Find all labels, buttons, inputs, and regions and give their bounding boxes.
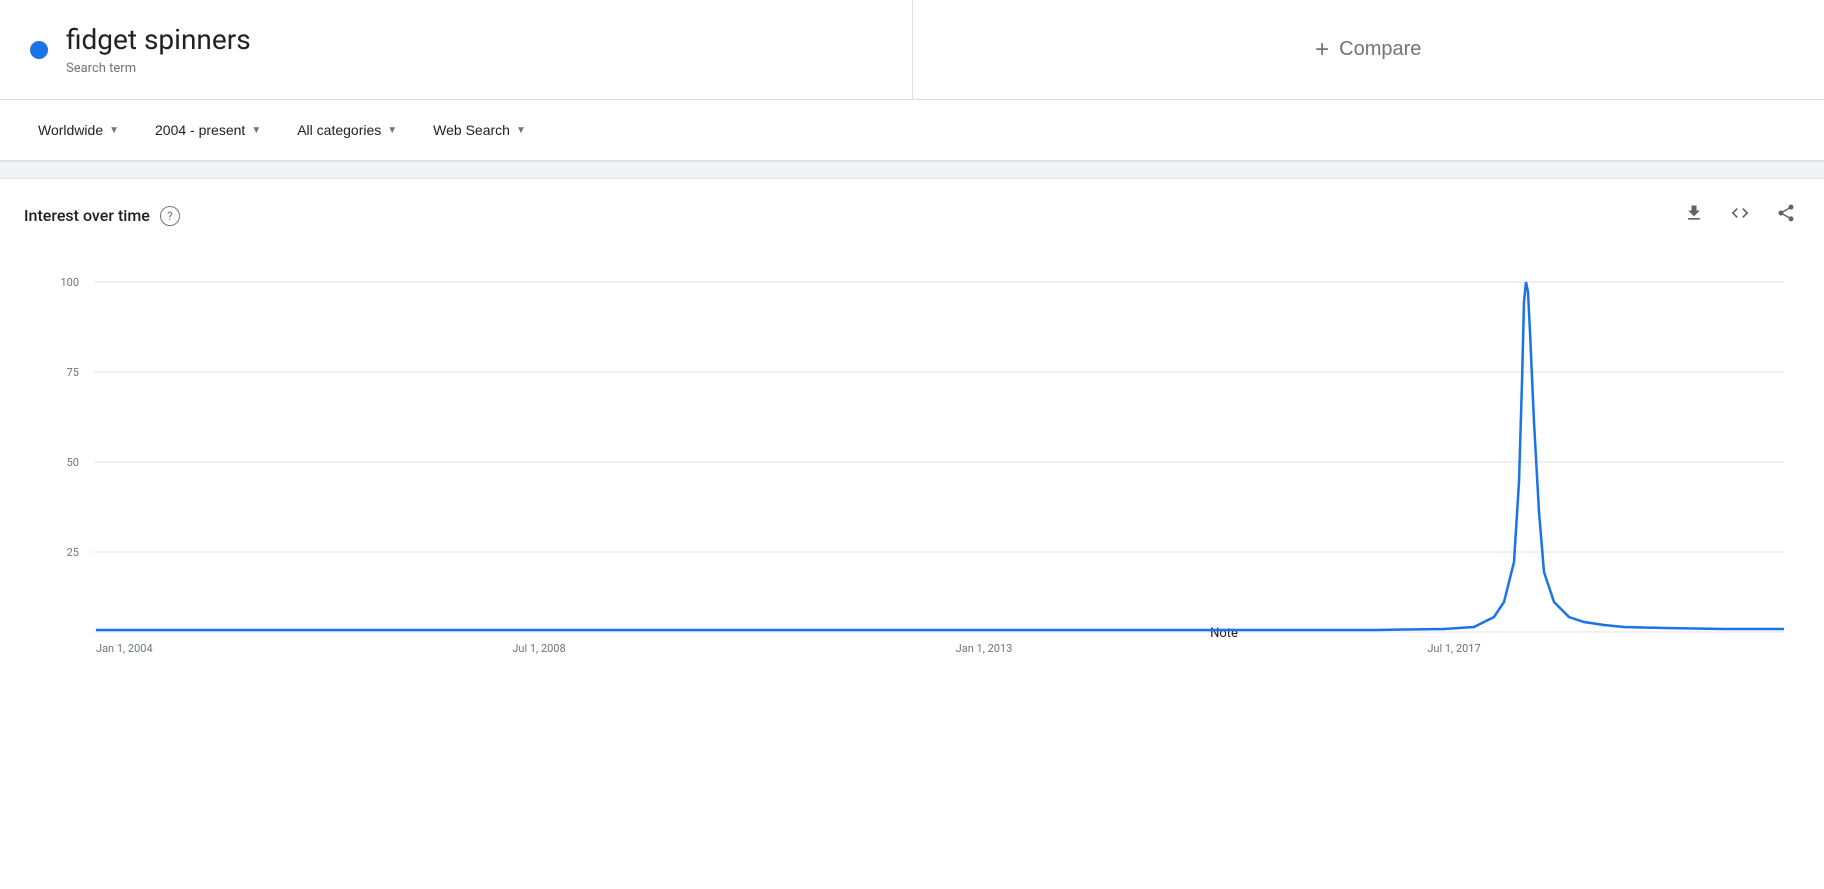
trend-chart: 100 75 50 25 Jan 1, 2004 Jul 1, 2008 Jan… xyxy=(24,242,1800,662)
search-type-label: Web Search xyxy=(433,122,510,138)
search-term-text: fidget spinners Search term xyxy=(66,23,251,76)
time-range-filter[interactable]: 2004 - present ▼ xyxy=(141,114,275,146)
search-term-subtype: Search term xyxy=(66,61,251,76)
location-filter[interactable]: Worldwide ▼ xyxy=(24,114,133,146)
svg-text:Note: Note xyxy=(1210,626,1238,641)
location-chevron-icon: ▼ xyxy=(109,125,119,136)
svg-text:100: 100 xyxy=(60,276,79,289)
svg-text:Jan 1, 2004: Jan 1, 2004 xyxy=(96,642,153,655)
search-type-filter[interactable]: Web Search ▼ xyxy=(419,114,540,146)
search-term-bar: fidget spinners Search term + Compare xyxy=(0,0,1824,100)
gray-separator xyxy=(0,161,1824,179)
svg-text:Jan 1, 2013: Jan 1, 2013 xyxy=(956,642,1013,655)
chart-title: Interest over time xyxy=(24,206,150,225)
location-label: Worldwide xyxy=(38,122,103,138)
time-range-label: 2004 - present xyxy=(155,122,245,138)
search-term-title: fidget spinners xyxy=(66,23,251,57)
chart-container: 100 75 50 25 Jan 1, 2004 Jul 1, 2008 Jan… xyxy=(24,242,1800,662)
blue-dot xyxy=(30,41,48,59)
time-range-chevron-icon: ▼ xyxy=(251,125,261,136)
embed-button[interactable] xyxy=(1726,199,1754,232)
chart-header: Interest over time ? xyxy=(24,199,1800,232)
compare-label: Compare xyxy=(1339,38,1421,61)
svg-text:75: 75 xyxy=(67,366,79,379)
chart-section: Interest over time ? xyxy=(0,179,1824,672)
plus-icon: + xyxy=(1315,36,1329,64)
svg-text:25: 25 xyxy=(67,546,79,559)
chart-title-area: Interest over time ? xyxy=(24,206,180,226)
category-filter[interactable]: All categories ▼ xyxy=(283,114,411,146)
svg-text:Jul 1, 2008: Jul 1, 2008 xyxy=(512,642,565,655)
share-button[interactable] xyxy=(1772,199,1800,232)
filters-bar: Worldwide ▼ 2004 - present ▼ All categor… xyxy=(0,100,1824,161)
search-type-chevron-icon: ▼ xyxy=(516,125,526,136)
svg-text:50: 50 xyxy=(67,456,79,469)
category-chevron-icon: ▼ xyxy=(387,125,397,136)
compare-area: + Compare xyxy=(913,0,1824,99)
help-icon[interactable]: ? xyxy=(160,206,180,226)
compare-button[interactable]: + Compare xyxy=(1295,26,1441,74)
category-label: All categories xyxy=(297,122,381,138)
svg-text:Jul 1, 2017: Jul 1, 2017 xyxy=(1427,642,1480,655)
search-term-left: fidget spinners Search term xyxy=(0,0,913,99)
download-button[interactable] xyxy=(1680,199,1708,232)
chart-actions xyxy=(1680,199,1800,232)
